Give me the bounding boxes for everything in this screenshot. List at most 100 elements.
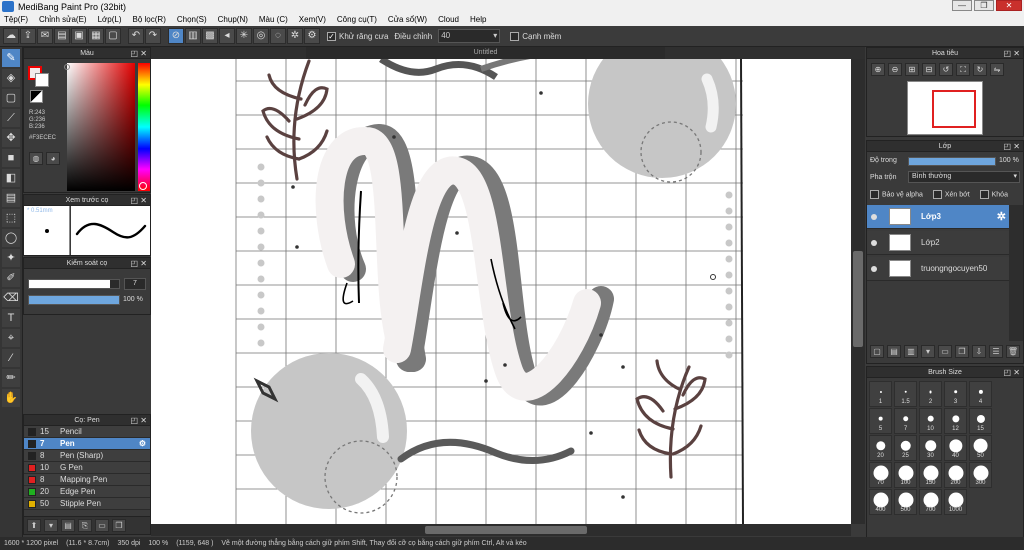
add-brush-icon[interactable]: ⬆ [27, 519, 41, 532]
gear-icon[interactable]: ⚙ [139, 438, 146, 450]
menu-layer[interactable]: Lớp(L) [98, 15, 122, 24]
layers-icon[interactable]: ▤ [54, 28, 70, 44]
close-icon[interactable]: ✕ [1013, 48, 1020, 59]
layer-item[interactable]: truongngocuyen50 [867, 257, 1009, 281]
select-pen-icon[interactable]: ✐ [2, 269, 20, 287]
cloud-icon[interactable]: ☁ [3, 28, 19, 44]
dock-icon[interactable]: ◰ [130, 258, 138, 269]
close-button[interactable]: ✕ [996, 0, 1022, 11]
select-tool-icon[interactable]: ⬚ [2, 209, 20, 227]
snap-off-icon[interactable]: ⊘ [168, 28, 184, 44]
brush-size-cell[interactable]: 1000 [944, 489, 967, 515]
brush-size-cell[interactable]: 3 [944, 381, 967, 407]
new-8bit-layer-icon[interactable]: ▥ [904, 345, 918, 358]
paste-icon[interactable]: ▣ [71, 28, 87, 44]
brush-size-cell[interactable]: 1 [869, 381, 892, 407]
close-icon[interactable]: ✕ [140, 195, 147, 206]
duplicate-layer-icon[interactable]: ❐ [955, 345, 969, 358]
select-eraser-icon[interactable]: ⌫ [2, 289, 20, 307]
navigator-viewport[interactable] [932, 90, 976, 128]
redo-icon[interactable]: ↷ [145, 28, 161, 44]
divide-tool-icon[interactable]: ⌖ [2, 329, 20, 347]
antialias-checkbox[interactable]: ✓ [327, 31, 336, 41]
dock-icon[interactable]: ◰ [130, 415, 138, 426]
brush-size-cell[interactable]: 200 [944, 462, 967, 488]
duplicate-icon[interactable]: ❐ [112, 519, 126, 532]
brush-size-cell[interactable]: 20 [869, 435, 892, 461]
color-mix-icon[interactable]: ◕ [46, 152, 60, 165]
layer-scrollbar[interactable] [1009, 205, 1023, 341]
vertical-scroll-thumb[interactable] [853, 251, 863, 347]
dock-icon[interactable]: ◰ [1003, 48, 1011, 59]
palette-icon[interactable]: ◍ [29, 152, 43, 165]
merge-down-icon[interactable]: ⇩ [972, 345, 986, 358]
snap-curve-icon[interactable]: ◌ [270, 28, 286, 44]
maximize-button[interactable]: ❐ [974, 0, 994, 11]
brush-size-value[interactable]: 7 [124, 278, 146, 290]
layer-item[interactable]: Lớp2 [867, 231, 1009, 255]
copy-brush-icon[interactable]: ⎘ [78, 519, 92, 532]
brush-size-cell[interactable]: 40 [944, 435, 967, 461]
layer-item[interactable]: Lớp3 ✲ [867, 205, 1009, 229]
brush-size-cell[interactable]: 150 [919, 462, 942, 488]
brush-size-cell[interactable]: 70 [869, 462, 892, 488]
brush-size-cell[interactable]: 4 [969, 381, 992, 407]
comment-icon[interactable]: ✉ [37, 28, 53, 44]
hue-slider[interactable] [138, 63, 150, 191]
brush-item[interactable]: 8 Pen (Sharp) [24, 450, 150, 462]
add-layer-menu-icon[interactable]: ▾ [921, 345, 935, 358]
eye-icon[interactable] [871, 266, 877, 272]
brush-size-cell[interactable]: 50 [969, 435, 992, 461]
eye-icon[interactable] [871, 240, 877, 246]
brush-size-cell[interactable]: 2 [919, 381, 942, 407]
zoom-in-icon[interactable]: ⊕ [871, 63, 885, 76]
hand-tool-icon[interactable]: ✋ [2, 389, 20, 407]
snap-radial-icon[interactable]: ✳ [236, 28, 252, 44]
protect-alpha-checkbox[interactable] [870, 190, 879, 199]
brush-size-slider[interactable] [28, 279, 120, 289]
dot-tool-icon[interactable]: ⟋ [2, 109, 20, 127]
dock-icon[interactable]: ◰ [130, 195, 138, 206]
snap-circle-icon[interactable]: ◎ [253, 28, 269, 44]
brush-item[interactable]: 20 Edge Pen [24, 486, 150, 498]
fit-window-icon[interactable]: ⛶ [956, 63, 970, 76]
brush-opacity-slider[interactable] [28, 295, 120, 305]
flip-icon[interactable]: ⇋ [990, 63, 1004, 76]
brush-item[interactable]: 8 Mapping Pen [24, 474, 150, 486]
brush-item[interactable]: 10 G Pen [24, 462, 150, 474]
stabilizer-select[interactable]: 40 ▾ [438, 29, 501, 43]
menu-cloud[interactable]: Cloud [438, 15, 459, 24]
new-halftone-layer-icon[interactable]: ▤ [887, 345, 901, 358]
dock-icon[interactable]: ◰ [1003, 141, 1011, 152]
zoom-fit-icon[interactable]: ⊞ [905, 63, 919, 76]
gradient-tool-icon[interactable]: ▤ [2, 189, 20, 207]
lock-checkbox[interactable] [979, 190, 989, 199]
brush-size-cell[interactable]: 500 [894, 489, 917, 515]
eraser-tool-icon[interactable]: ◈ [2, 69, 20, 87]
eye-icon[interactable] [871, 214, 877, 220]
menu-help[interactable]: Help [470, 15, 486, 24]
new-layer-icon[interactable]: ▢ [870, 345, 884, 358]
gear-icon[interactable]: ✲ [997, 205, 1006, 229]
document-tab[interactable]: Untitled [306, 47, 665, 59]
navigator-thumbnail[interactable] [907, 81, 983, 135]
menu-file[interactable]: Tệp(F) [4, 15, 28, 24]
brush-size-cell[interactable]: 7 [894, 408, 917, 434]
horizontal-scroll-thumb[interactable] [425, 526, 587, 534]
move-tool-icon[interactable]: ✥ [2, 129, 20, 147]
snap-parallel-icon[interactable]: ▥ [185, 28, 201, 44]
bucket-tool-icon[interactable]: ◧ [2, 169, 20, 187]
menu-window[interactable]: Cửa sổ(W) [388, 15, 427, 24]
canvas-area[interactable] [151, 59, 851, 524]
dock-icon[interactable]: ◰ [130, 48, 138, 59]
brush-size-cell[interactable]: 700 [919, 489, 942, 515]
folder-icon[interactable]: ▭ [95, 519, 109, 532]
brush-menu-icon[interactable]: ▾ [44, 519, 58, 532]
close-icon[interactable]: ✕ [1013, 141, 1020, 152]
brush-size-cell[interactable]: 400 [869, 489, 892, 515]
soften-checkbox[interactable] [510, 31, 520, 41]
transparent-swatch[interactable] [30, 90, 43, 103]
brush-size-cell[interactable]: 1.5 [894, 381, 917, 407]
layer-settings-icon[interactable]: ☰ [989, 345, 1003, 358]
drawing-canvas[interactable] [151, 59, 851, 524]
